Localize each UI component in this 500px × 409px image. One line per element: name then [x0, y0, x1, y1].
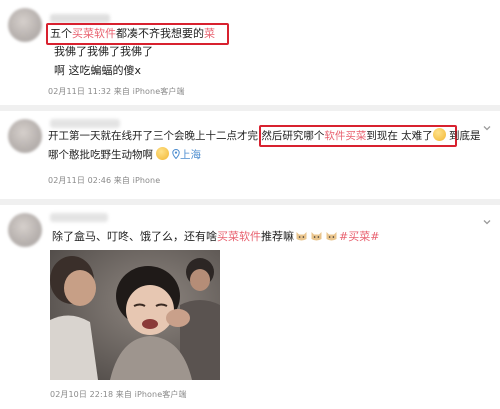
sad-face-emoji: [432, 128, 446, 141]
avatar[interactable]: [8, 119, 42, 153]
cat-emoji: [310, 230, 323, 242]
cat-emoji: [325, 230, 338, 242]
post-meta: 02月10日 22:18 来自 iPhone客户端: [50, 390, 187, 399]
post-2: 开工第一天就在线开了三个会晚上十二点才完 然后研究哪个软件买菜到现在 太难了 到…: [0, 111, 500, 199]
keyword-highlight: 软件买菜: [324, 130, 367, 142]
keyword-highlight: 买菜软件: [72, 27, 116, 40]
post-text-line-1: 开工第一天就在线开了三个会晚上十二点才完 然后研究哪个软件买菜到现在 太难了 到…: [48, 128, 481, 142]
hashtag-link[interactable]: #买菜#: [339, 230, 379, 243]
crying-emoji: [156, 147, 169, 160]
post-image[interactable]: [50, 250, 220, 380]
post-text-line-2: 我佛了我佛了我佛了: [54, 45, 153, 58]
post-text-line-2: 哪个憨批吃野生动物啊 上海: [48, 147, 201, 161]
username[interactable]: [50, 14, 110, 23]
avatar[interactable]: [8, 8, 42, 42]
location-link[interactable]: 上海: [180, 149, 201, 161]
post-text-line-1: 除了盒马、叮咚、饿了么，还有啥买菜软件推荐嘛 #买菜#: [52, 230, 380, 243]
chevron-down-icon[interactable]: [482, 123, 492, 133]
crying-girl-photo: [50, 250, 220, 380]
post-meta: 02月11日 02:46 来自 iPhone: [48, 176, 161, 185]
post-1: 五个买菜软件都凑不齐我想要的菜 我佛了我佛了我佛了 啊 这吃蝙蝠的傻x 02月1…: [0, 0, 500, 105]
post-text-line-3: 啊 这吃蝙蝠的傻x: [54, 64, 142, 77]
chevron-down-icon[interactable]: [482, 217, 492, 227]
cat-emoji: [295, 230, 308, 242]
username[interactable]: [50, 213, 108, 222]
post-meta: 02月11日 11:32 来自 iPhone客户端: [48, 87, 185, 96]
username[interactable]: [50, 119, 120, 128]
keyword-highlight: 买菜软件: [217, 230, 261, 243]
post-text-line-1: 五个买菜软件都凑不齐我想要的菜: [50, 27, 215, 40]
avatar[interactable]: [8, 213, 42, 247]
location-pin-icon: [172, 148, 180, 160]
